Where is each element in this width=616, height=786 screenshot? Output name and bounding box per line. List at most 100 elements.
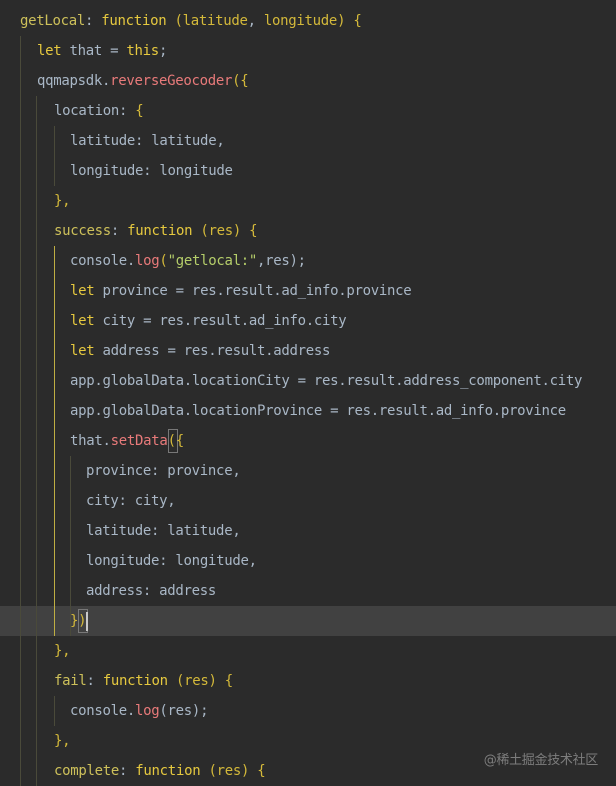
code-token: ( xyxy=(200,763,217,779)
code-line[interactable]: app.globalData.locationCity = res.result… xyxy=(0,366,616,396)
code-line[interactable]: latitude: latitude, xyxy=(0,516,616,546)
code-line[interactable]: latitude: latitude, xyxy=(0,126,616,156)
code-line[interactable]: let city = res.result.ad_info.city xyxy=(0,306,616,336)
code-token: }, xyxy=(54,733,71,749)
code-token: setData xyxy=(110,433,168,449)
code-line[interactable]: app.globalData.locationProvince = res.re… xyxy=(0,396,616,426)
code-token: } xyxy=(70,613,79,629)
code-line[interactable]: console.log(res); xyxy=(0,696,616,726)
code-token: : xyxy=(110,223,128,239)
code-line[interactable]: address: address xyxy=(0,576,616,606)
code-token: res xyxy=(184,673,209,689)
code-token: that. xyxy=(70,433,111,449)
code-token: longitude xyxy=(86,553,160,569)
watermark: @稀土掘金技术社区 xyxy=(483,753,599,768)
code-token: ( xyxy=(192,223,209,239)
code-token: : xyxy=(85,13,102,29)
code-token: reverseGeocoder xyxy=(110,73,233,89)
code-token: ( xyxy=(167,433,176,449)
code-token: (res); xyxy=(159,703,209,719)
code-token: complete xyxy=(54,763,120,779)
code-token: let xyxy=(70,343,95,359)
code-token: ({ xyxy=(232,73,249,89)
code-line[interactable]: success: function (res) { xyxy=(0,216,616,246)
code-token: ( xyxy=(166,13,183,29)
code-token: , xyxy=(247,13,264,29)
code-token: function xyxy=(101,13,167,29)
code-token: ) { xyxy=(240,763,266,779)
code-token: log xyxy=(135,703,160,719)
code-token: "getlocal:" xyxy=(167,253,258,269)
code-token: fail xyxy=(54,673,87,689)
code-token: : latitude, xyxy=(135,133,225,149)
code-line[interactable]: longitude: longitude, xyxy=(0,546,616,576)
code-token: }, xyxy=(54,193,71,209)
code-token: log xyxy=(135,253,160,269)
code-token: province xyxy=(86,463,152,479)
code-token: location xyxy=(54,103,120,119)
code-line[interactable]: let that = this; xyxy=(0,36,616,66)
code-line[interactable]: console.log("getlocal:",res); xyxy=(0,246,616,276)
code-token: function xyxy=(135,763,201,779)
code-token: city xyxy=(86,493,119,509)
code-token: let xyxy=(70,283,95,299)
code-line[interactable]: qqmapsdk.reverseGeocoder({ xyxy=(0,66,616,96)
code-token: this xyxy=(126,43,159,59)
code-token: }, xyxy=(54,643,71,659)
code-token: ) xyxy=(78,613,87,629)
code-token: ) { xyxy=(208,673,233,689)
code-token: : longitude xyxy=(143,163,233,179)
code-token: let xyxy=(70,313,95,329)
code-token: : longitude, xyxy=(159,553,257,569)
code-token: : city, xyxy=(118,493,176,509)
code-token: : xyxy=(86,673,103,689)
code-token: function xyxy=(127,223,193,239)
code-token: console. xyxy=(70,703,136,719)
code-token: longitude xyxy=(263,13,338,29)
code-token: app.globalData.locationProvince = res.re… xyxy=(70,403,566,419)
code-token: latitude xyxy=(182,13,248,29)
code-line[interactable]: longitude: longitude xyxy=(0,156,616,186)
code-token: { xyxy=(135,103,144,119)
code-line[interactable]: location: { xyxy=(0,96,616,126)
code-token: let xyxy=(37,43,62,59)
code-token: function xyxy=(102,673,168,689)
code-token: : address xyxy=(142,583,217,599)
code-token: longitude xyxy=(70,163,144,179)
code-line[interactable]: }) xyxy=(0,606,616,636)
code-token: that = xyxy=(61,43,127,59)
code-line[interactable]: }, xyxy=(0,186,616,216)
code-line[interactable]: getLocal: function (latitude, longitude)… xyxy=(0,6,616,36)
code-token: : xyxy=(119,763,136,779)
code-line[interactable]: fail: function (res) { xyxy=(0,666,616,696)
code-token: address = res.result.address xyxy=(94,343,331,359)
code-token: latitude xyxy=(70,133,136,149)
code-token: ( xyxy=(159,253,168,269)
code-token: { xyxy=(175,433,184,449)
code-token: address xyxy=(86,583,143,599)
code-token: ) { xyxy=(232,223,258,239)
code-line[interactable]: city: city, xyxy=(0,486,616,516)
code-token: app.globalData.locationCity = res.result… xyxy=(70,373,583,389)
code-token: res xyxy=(216,763,242,779)
code-token: res xyxy=(208,223,233,239)
code-token: console. xyxy=(70,253,136,269)
code-line[interactable]: province: province, xyxy=(0,456,616,486)
code-token: ) { xyxy=(337,13,362,29)
code-editor[interactable]: getLocal: function (latitude, longitude)… xyxy=(0,0,616,786)
code-token: qqmapsdk. xyxy=(37,73,111,89)
code-token: ( xyxy=(167,673,185,689)
code-token: : xyxy=(119,103,136,119)
code-token: : latitude, xyxy=(151,523,241,539)
code-token: ; xyxy=(158,43,168,59)
code-token: : province, xyxy=(151,463,241,479)
code-token: success xyxy=(54,223,111,239)
code-line[interactable]: that.setData({ xyxy=(0,426,616,456)
code-line[interactable]: }, xyxy=(0,636,616,666)
code-token: ,res); xyxy=(256,253,306,269)
code-token: city = res.result.ad_info.city xyxy=(94,313,347,329)
code-line[interactable]: let province = res.result.ad_info.provin… xyxy=(0,276,616,306)
code-token: latitude xyxy=(86,523,152,539)
code-token: getLocal xyxy=(20,13,86,29)
code-line[interactable]: let address = res.result.address xyxy=(0,336,616,366)
